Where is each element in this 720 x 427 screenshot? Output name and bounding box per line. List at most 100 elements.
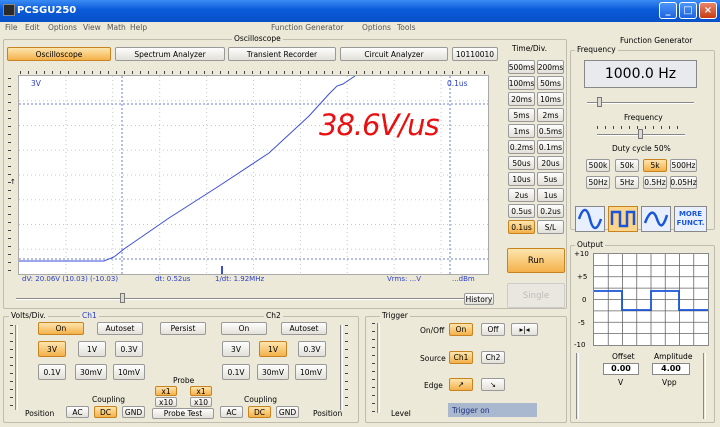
time-scroll-track[interactable] bbox=[16, 298, 466, 300]
timediv-button[interactable]: 1us bbox=[537, 188, 564, 202]
ch1-coupling-dc[interactable]: DC bbox=[94, 406, 117, 418]
frequency-slider[interactable] bbox=[587, 102, 694, 104]
ch2-probe-x10[interactable]: x10 bbox=[190, 397, 212, 407]
fg-range-5hz[interactable]: 5Hz bbox=[615, 176, 639, 189]
trigger-off-button[interactable]: Off bbox=[481, 323, 505, 336]
ch1-coupling-ac[interactable]: AC bbox=[66, 406, 89, 418]
menu-file[interactable]: File bbox=[5, 23, 18, 32]
timediv-button[interactable]: 5ms bbox=[508, 108, 535, 122]
ch1-volt-0.1v[interactable]: 0.1V bbox=[38, 364, 66, 380]
duty-cycle-thumb[interactable] bbox=[638, 129, 643, 139]
ch1-volt-30mv[interactable]: 30mV bbox=[75, 364, 107, 380]
fg-range-5k[interactable]: 5k bbox=[643, 159, 667, 172]
timediv-button[interactable]: 20ms bbox=[508, 92, 535, 106]
ch2-coupling-ac[interactable]: AC bbox=[220, 406, 243, 418]
timediv-button[interactable]: 0.2ms bbox=[508, 140, 535, 154]
fg-range-500k[interactable]: 500k bbox=[586, 159, 610, 172]
more-functions-button[interactable]: MORE FUNCT. bbox=[674, 206, 707, 232]
timediv-button[interactable]: 2ms bbox=[537, 108, 564, 122]
timediv-button[interactable]: S/L bbox=[537, 220, 564, 234]
timediv-button[interactable]: 0.1ms bbox=[537, 140, 564, 154]
ch1-volt-3v[interactable]: 3V bbox=[38, 341, 66, 357]
run-button[interactable]: Run bbox=[507, 248, 565, 273]
timediv-button[interactable]: 1ms bbox=[508, 124, 535, 138]
ch1-volt-10mv[interactable]: 10mV bbox=[113, 364, 145, 380]
trigger-center-button[interactable]: ▸|◂ bbox=[511, 323, 538, 336]
ch2-coupling-gnd[interactable]: GND bbox=[276, 406, 299, 418]
maximize-button[interactable]: □ bbox=[679, 2, 697, 19]
tab-oscilloscope[interactable]: Oscilloscope bbox=[7, 47, 111, 61]
timediv-button[interactable]: 0.5us bbox=[508, 204, 535, 218]
amplitude-vertical-slider[interactable] bbox=[703, 353, 706, 419]
timediv-button[interactable]: 20us bbox=[537, 156, 564, 170]
ch1-on-button[interactable]: On bbox=[38, 322, 84, 335]
timediv-button[interactable]: 50us bbox=[508, 156, 535, 170]
single-button[interactable]: Single bbox=[507, 283, 565, 308]
ch1-probe-x10[interactable]: x10 bbox=[155, 397, 177, 407]
timediv-button[interactable]: 200ms bbox=[537, 60, 564, 74]
fg-range-50hz[interactable]: 50Hz bbox=[586, 176, 610, 189]
ch2-volt-1v[interactable]: 1V bbox=[259, 341, 287, 357]
ch1-position-slider[interactable] bbox=[15, 325, 18, 410]
trigger-source-ch2[interactable]: Ch2 bbox=[481, 351, 505, 364]
ch1-autoset-button[interactable]: Autoset bbox=[97, 322, 143, 335]
ch2-volt-3v[interactable]: 3V bbox=[222, 341, 250, 357]
timediv-button[interactable]: 50ms bbox=[537, 76, 564, 90]
fg-range-50k[interactable]: 50k bbox=[615, 159, 639, 172]
menu-edit[interactable]: Edit bbox=[25, 23, 40, 32]
ground-marker[interactable]: ↑ bbox=[10, 178, 16, 186]
ch1-volt-1v[interactable]: 1V bbox=[78, 341, 106, 357]
ch1-probe-x1[interactable]: x1 bbox=[155, 386, 177, 396]
timediv-button[interactable]: 10ms bbox=[537, 92, 564, 106]
frequency-slider-thumb[interactable] bbox=[597, 97, 602, 107]
trigger-edge-falling[interactable]: ↘ bbox=[481, 378, 505, 391]
persist-button[interactable]: Persist bbox=[160, 322, 206, 335]
fg-range-0.05hz[interactable]: 0.05Hz bbox=[670, 176, 697, 189]
timediv-button[interactable]: 500ms bbox=[508, 60, 535, 74]
wave-triangle-button[interactable] bbox=[641, 206, 671, 232]
timediv-button[interactable]: 0.2us bbox=[537, 204, 564, 218]
offset-vertical-slider[interactable] bbox=[576, 353, 579, 419]
timediv-button[interactable]: 2us bbox=[508, 188, 535, 202]
menu-math[interactable]: Math bbox=[107, 23, 126, 32]
time-scroll-thumb[interactable] bbox=[120, 293, 125, 303]
menu-fg-options[interactable]: Options bbox=[362, 23, 391, 32]
trigger-on-button[interactable]: On bbox=[449, 323, 473, 336]
timediv-button[interactable]: 100ms bbox=[508, 76, 535, 90]
wave-sine-button[interactable] bbox=[575, 206, 605, 232]
tab-spectrum-analyzer[interactable]: Spectrum Analyzer bbox=[115, 47, 225, 61]
fg-range-0.5hz[interactable]: 0.5Hz bbox=[643, 176, 667, 189]
tab-logic[interactable]: 10110010 bbox=[452, 47, 498, 61]
timediv-button[interactable]: 5us bbox=[537, 172, 564, 186]
scope-display[interactable]: 3V 0.1us 38.6V/us dV: 20.06V (10.03) (-1… bbox=[18, 75, 489, 283]
history-button[interactable]: History bbox=[464, 293, 494, 305]
wave-square-button[interactable] bbox=[608, 206, 638, 232]
trigger-edge-rising[interactable]: ↗ bbox=[449, 378, 473, 391]
menu-help[interactable]: Help bbox=[130, 23, 147, 32]
ch2-volt-0.3v[interactable]: 0.3V bbox=[298, 341, 326, 357]
ch1-coupling-gnd[interactable]: GND bbox=[122, 406, 145, 418]
ch2-autoset-button[interactable]: Autoset bbox=[281, 322, 327, 335]
menu-view[interactable]: View bbox=[83, 23, 101, 32]
ch2-coupling-dc[interactable]: DC bbox=[248, 406, 271, 418]
menu-options[interactable]: Options bbox=[48, 23, 77, 32]
fg-range-500hz[interactable]: 500Hz bbox=[670, 159, 697, 172]
ch2-position-slider[interactable] bbox=[340, 325, 343, 410]
timediv-button[interactable]: 0.1us bbox=[508, 220, 535, 234]
trigger-level-slider[interactable] bbox=[377, 323, 380, 413]
menu-fg-tools[interactable]: Tools bbox=[397, 23, 415, 32]
probe-test-button[interactable]: Probe Test bbox=[152, 408, 214, 419]
ch2-volt-10mv[interactable]: 10mV bbox=[295, 364, 327, 380]
ch2-volt-30mv[interactable]: 30mV bbox=[257, 364, 289, 380]
ch2-on-button[interactable]: On bbox=[221, 322, 267, 335]
trigger-source-ch1[interactable]: Ch1 bbox=[449, 351, 473, 364]
ch1-volt-0.3v[interactable]: 0.3V bbox=[115, 341, 143, 357]
ch2-volt-0.1v[interactable]: 0.1V bbox=[222, 364, 250, 380]
timediv-button[interactable]: 0.5ms bbox=[537, 124, 564, 138]
tab-circuit-analyzer[interactable]: Circuit Analyzer bbox=[340, 47, 448, 61]
minimize-button[interactable]: _ bbox=[659, 2, 677, 19]
ch2-probe-x1[interactable]: x1 bbox=[190, 386, 212, 396]
timediv-button[interactable]: 10us bbox=[508, 172, 535, 186]
close-button[interactable]: × bbox=[699, 2, 717, 19]
tab-transient-recorder[interactable]: Transient Recorder bbox=[228, 47, 336, 61]
